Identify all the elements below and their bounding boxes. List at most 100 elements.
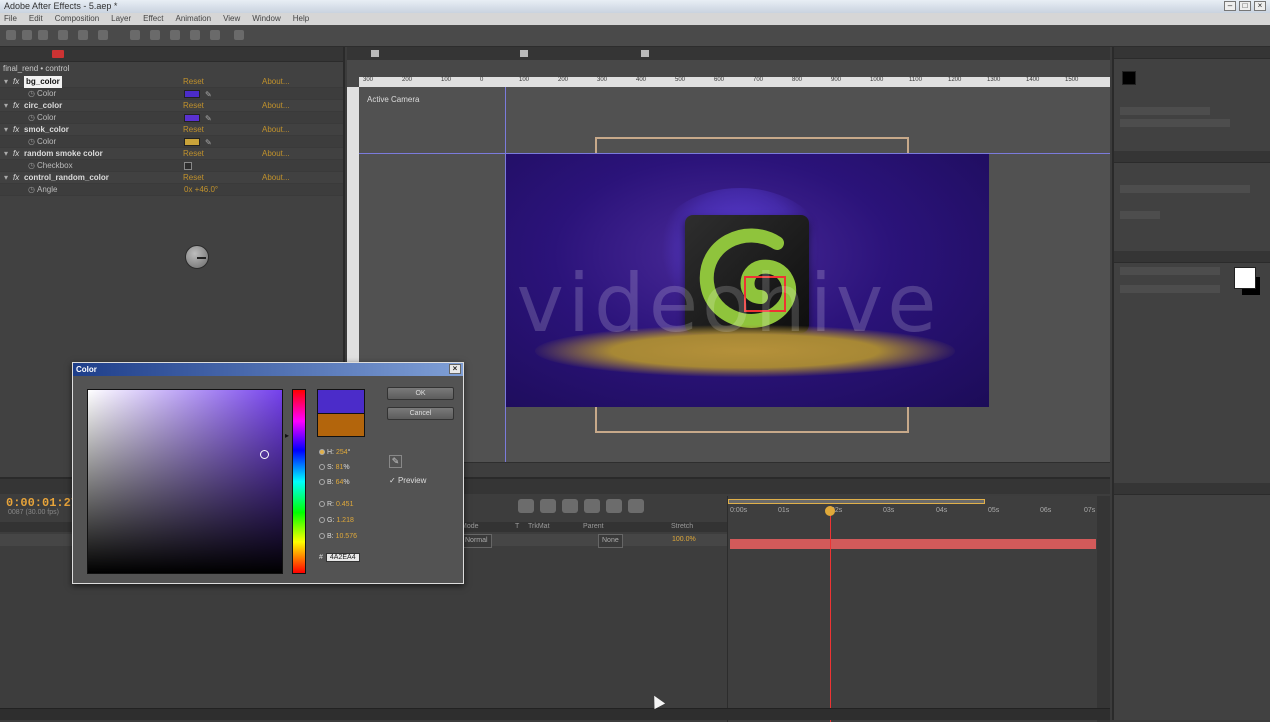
saturation-field[interactable]: S: 81% — [319, 464, 350, 471]
dialog-title-bar[interactable]: Color × — [73, 363, 463, 376]
about-link[interactable]: About... — [262, 76, 290, 88]
expand-triangle-icon[interactable]: ▾ — [4, 100, 8, 112]
preview-field[interactable] — [1120, 211, 1160, 219]
stopwatch-icon[interactable]: ◷ — [28, 136, 35, 148]
effect-row-bg-color[interactable]: ▾ fx bg_color Reset About... — [0, 76, 343, 88]
angle-dial[interactable] — [185, 245, 209, 269]
preview-panel-tab[interactable] — [1114, 151, 1270, 163]
maximize-button[interactable]: □ — [1239, 1, 1251, 11]
stopwatch-icon[interactable]: ◷ — [28, 184, 35, 196]
close-window-button[interactable]: × — [1254, 1, 1266, 11]
angle-value[interactable]: 0x +46.0° — [184, 184, 218, 196]
menu-edit[interactable]: Edit — [29, 13, 43, 25]
paragraph-panel-tab[interactable] — [1114, 483, 1270, 495]
effect-name[interactable]: bg_color — [24, 76, 62, 88]
effect-name[interactable]: circ_color — [24, 100, 62, 112]
hide-shy-icon[interactable] — [562, 499, 578, 513]
color-swatch[interactable] — [184, 90, 200, 98]
reset-link[interactable]: Reset — [183, 172, 204, 184]
current-timecode[interactable]: 0:00:01:27 — [6, 496, 78, 510]
about-link[interactable]: About... — [262, 172, 290, 184]
timeline-scrollbar[interactable] — [1097, 496, 1110, 722]
preview-dropdown[interactable] — [1120, 185, 1250, 193]
clone-tool-icon[interactable] — [190, 30, 200, 40]
brightness-field[interactable]: B: 64% — [319, 479, 350, 486]
expand-triangle-icon[interactable]: ▾ — [4, 148, 8, 160]
reset-link[interactable]: Reset — [183, 76, 204, 88]
radio[interactable] — [319, 517, 325, 524]
color-picker-cursor[interactable] — [260, 450, 269, 459]
puppet-tool-icon[interactable] — [234, 30, 244, 40]
minimize-button[interactable]: – — [1224, 1, 1236, 11]
expand-triangle-icon[interactable]: ▾ — [4, 172, 8, 184]
graph-editor-icon[interactable] — [628, 499, 644, 513]
fx-toggle-icon[interactable]: fx — [13, 148, 19, 160]
field-value[interactable]: 0.451 — [336, 501, 354, 508]
selection-tool-icon[interactable] — [6, 30, 16, 40]
blue-field[interactable]: B: 10.576 — [319, 533, 357, 540]
eraser-tool-icon[interactable] — [210, 30, 220, 40]
hand-tool-icon[interactable] — [22, 30, 32, 40]
radio[interactable] — [319, 533, 325, 540]
playhead-line[interactable] — [830, 506, 831, 722]
effect-row-smok-color[interactable]: ▾ fx smok_color Reset About... — [0, 124, 343, 136]
fx-toggle-icon[interactable]: fx — [13, 100, 19, 112]
color-swatch[interactable] — [184, 138, 200, 146]
preview-checkbox[interactable]: ✓ Preview — [389, 476, 426, 485]
expand-triangle-icon[interactable]: ▾ — [4, 76, 8, 88]
frame-blend-icon[interactable] — [584, 499, 600, 513]
eyedropper-icon[interactable]: ✎ — [205, 89, 217, 99]
green-field[interactable]: G: 1.218 — [319, 517, 354, 524]
fx-toggle-icon[interactable]: fx — [13, 76, 19, 88]
effect-name[interactable]: control_random_color — [24, 172, 109, 184]
draft-3d-icon[interactable] — [540, 499, 556, 513]
radio[interactable] — [319, 464, 325, 471]
pan-behind-tool-icon[interactable] — [98, 30, 108, 40]
menu-effect[interactable]: Effect — [143, 13, 163, 25]
comp-flowchart-icon[interactable] — [518, 499, 534, 513]
close-tab-icon[interactable] — [52, 50, 64, 58]
fx-toggle-icon[interactable]: fx — [13, 124, 19, 136]
effect-name[interactable]: random smoke color — [24, 148, 103, 160]
stopwatch-icon[interactable]: ◷ — [28, 88, 35, 100]
effect-name[interactable]: smok_color — [24, 124, 69, 136]
stopwatch-icon[interactable]: ◷ — [28, 160, 35, 172]
radio[interactable] — [319, 479, 325, 486]
menu-help[interactable]: Help — [293, 13, 309, 25]
reset-link[interactable]: Reset — [183, 100, 204, 112]
dialog-close-button[interactable]: × — [449, 364, 461, 374]
eyedropper-icon[interactable]: ✎ — [205, 137, 217, 147]
field-value[interactable]: 1.218 — [336, 517, 354, 524]
radio[interactable] — [319, 501, 325, 508]
effect-controls-tab[interactable] — [0, 47, 343, 62]
rotate-tool-icon[interactable] — [58, 30, 68, 40]
ok-button[interactable]: OK — [387, 387, 454, 400]
saturation-brightness-field[interactable] — [87, 389, 283, 574]
about-link[interactable]: About... — [262, 100, 290, 112]
motion-blur-icon[interactable] — [606, 499, 622, 513]
brush-tool-icon[interactable] — [170, 30, 180, 40]
hue-slider[interactable] — [292, 389, 306, 574]
field-value[interactable]: 254 — [336, 449, 348, 456]
effect-row-circ-color[interactable]: ▾ fx circ_color Reset About... — [0, 100, 343, 112]
hex-field[interactable]: #4A2EA4 — [319, 553, 360, 562]
composition-tab[interactable] — [641, 50, 649, 57]
hue-field[interactable]: H: 254° — [319, 449, 350, 456]
pen-tool-icon[interactable] — [130, 30, 140, 40]
parent-dropdown[interactable]: None — [598, 534, 623, 548]
info-panel-tab[interactable] — [1114, 47, 1270, 59]
character-panel-tab[interactable] — [1114, 251, 1270, 263]
menu-layer[interactable]: Layer — [111, 13, 131, 25]
field-value[interactable]: 10.576 — [336, 533, 357, 540]
playhead-handle[interactable] — [825, 506, 835, 516]
hue-slider-arrow-icon[interactable]: ▸ — [285, 431, 289, 440]
reset-link[interactable]: Reset — [183, 124, 204, 136]
eyedropper-icon[interactable]: ✎ — [389, 455, 402, 468]
menu-view[interactable]: View — [223, 13, 240, 25]
color-swatch[interactable] — [184, 114, 200, 122]
stopwatch-icon[interactable]: ◷ — [28, 112, 35, 124]
checkbox[interactable] — [184, 162, 192, 170]
effect-row-control-random-color[interactable]: ▾ fx control_random_color Reset About... — [0, 172, 343, 184]
red-field[interactable]: R: 0.451 — [319, 501, 353, 508]
font-family-dropdown[interactable] — [1120, 267, 1220, 275]
